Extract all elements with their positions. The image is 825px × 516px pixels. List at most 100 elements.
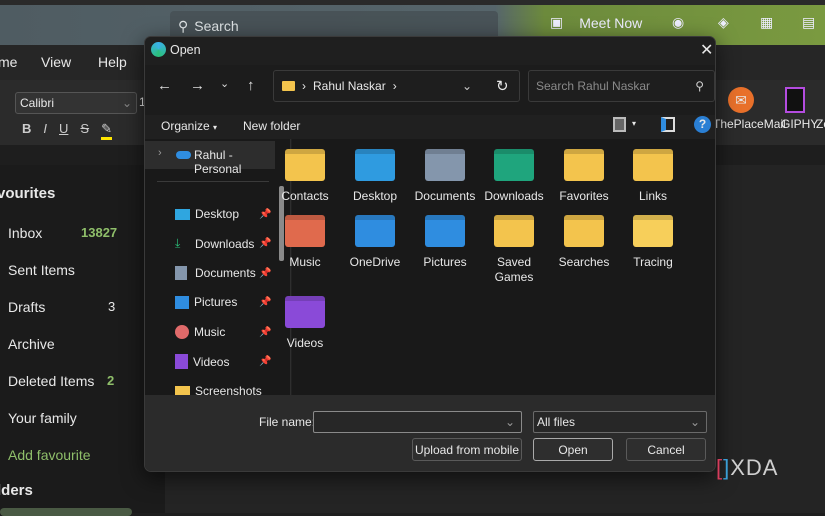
xda-watermark: []XDA [716, 455, 779, 480]
search-icon: ⚲ [695, 79, 704, 93]
addin-zoom[interactable]: Zo [816, 117, 825, 131]
dialog-title-bar: Open ✕ [145, 37, 715, 65]
folder-icon [564, 215, 604, 247]
recent-chevron-icon[interactable]: ⌄ [220, 77, 229, 90]
forward-icon[interactable]: → [190, 77, 205, 94]
divider [157, 181, 269, 182]
organize-button[interactable]: Organize ▾ [161, 119, 217, 133]
folder-icon [425, 215, 465, 247]
folder-sent-items[interactable]: Sent Items [8, 262, 75, 278]
expand-chevron-icon[interactable]: › [158, 147, 162, 159]
todo-icon[interactable]: ▤ [802, 14, 815, 31]
nav-documents[interactable]: Documents [175, 266, 256, 280]
back-icon[interactable]: ← [157, 77, 172, 94]
folder-inbox[interactable]: Inbox 13827 [8, 225, 117, 241]
folder-item-links[interactable]: Links [618, 149, 688, 204]
folder-item-searches[interactable]: Searches [549, 215, 619, 270]
breadcrumb-rahul-naskar[interactable]: Rahul Naskar [313, 79, 386, 93]
nav-root-onedrive[interactable]: › Rahul - Personal [145, 141, 275, 176]
search-icon: ⚲ [178, 17, 189, 34]
font-select[interactable]: Calibri ⌄ [15, 92, 137, 114]
meet-now-button[interactable]: ▣ Meet Now [550, 14, 642, 31]
documents-icon [175, 266, 187, 280]
help-icon[interactable]: ? [694, 116, 711, 133]
italic-button[interactable]: I [43, 121, 47, 140]
address-dropdown-icon[interactable]: ⌄ [462, 79, 472, 93]
onenote-icon[interactable]: ▦ [760, 14, 773, 31]
videos-icon [175, 354, 188, 369]
pictures-icon [175, 295, 189, 309]
underline-button[interactable]: U [59, 121, 68, 140]
giphy-icon[interactable] [785, 87, 805, 113]
chevron-down-icon[interactable]: ▾ [632, 119, 636, 128]
desktop-icon [175, 208, 190, 220]
menu-home[interactable]: me [0, 54, 17, 70]
chevron-down-icon: ⌄ [121, 96, 132, 110]
menu-view[interactable]: View [41, 54, 71, 70]
folder-item-onedrive[interactable]: OneDrive [340, 215, 410, 270]
favourites-header[interactable]: vourites [0, 185, 55, 202]
folder-deleted-items[interactable]: Deleted Items 2 [8, 373, 114, 389]
folder-icon [425, 149, 465, 181]
add-favourite-link[interactable]: Add favourite [8, 447, 91, 463]
folder-archive[interactable]: Archive [8, 336, 55, 352]
download-icon: ⤓ [175, 236, 181, 250]
meet-now-label: Meet Now [579, 14, 643, 31]
nav-downloads[interactable]: ⤓ Downloads [175, 236, 254, 251]
cancel-button[interactable]: Cancel [626, 438, 706, 461]
addin-theplacemail[interactable]: ThePlaceMail [713, 117, 786, 131]
file-name-input[interactable]: ⌄ [313, 411, 522, 433]
dialog-footer: File name: ⌄ All files ⌄ Upload from mobi… [145, 395, 715, 471]
address-bar[interactable]: › Rahul Naskar › ⌄ ↻ [273, 70, 520, 102]
folder-label: Desktop [352, 189, 398, 203]
folder-item-documents[interactable]: Documents [410, 149, 480, 204]
preview-pane-icon[interactable] [661, 117, 675, 132]
chevron-down-icon[interactable]: ⌄ [505, 415, 515, 429]
dialog-search-input[interactable]: Search Rahul Naskar ⚲ [528, 70, 715, 102]
folder-label: Documents [414, 189, 476, 203]
nav-desktop[interactable]: Desktop [175, 207, 239, 221]
folder-label: Contacts [281, 189, 329, 203]
nav-videos[interactable]: Videos [175, 354, 229, 369]
pin-icon[interactable]: 📌 [259, 356, 271, 367]
folder-item-videos[interactable]: Videos [270, 296, 340, 351]
file-name-label: File name: [259, 415, 316, 429]
folder-item-favorites[interactable]: Favorites [549, 149, 619, 204]
theplacemail-icon[interactable]: ✉ [728, 87, 754, 113]
folder-item-saved-games[interactable]: Saved Games [479, 215, 549, 285]
folder-icon [564, 149, 604, 181]
folder-item-music[interactable]: Music [270, 215, 340, 270]
diamond-icon[interactable]: ◈ [718, 14, 729, 31]
folder-label: Downloads [484, 189, 544, 203]
folder-item-tracing[interactable]: Tracing [618, 215, 688, 270]
nav-music[interactable]: Music [175, 325, 225, 339]
upload-from-mobile-button[interactable]: Upload from mobile [412, 438, 522, 461]
skype-icon[interactable]: ◉ [672, 14, 684, 31]
folder-icon [355, 149, 395, 181]
new-folder-button[interactable]: New folder [243, 119, 300, 133]
strikethrough-button[interactable]: S [80, 121, 89, 140]
bold-button[interactable]: B [22, 121, 31, 140]
folder-item-downloads[interactable]: Downloads [479, 149, 549, 204]
view-options-icon[interactable] [613, 117, 626, 132]
folder-item-contacts[interactable]: Contacts [270, 149, 340, 204]
folder-item-desktop[interactable]: Desktop [340, 149, 410, 204]
folder-label: Music [289, 255, 321, 269]
chevron-down-icon: ⌄ [689, 415, 700, 429]
folder-icon [494, 215, 534, 247]
close-icon[interactable]: ✕ [700, 40, 713, 60]
folder-item-pictures[interactable]: Pictures [410, 215, 480, 270]
onedrive-icon [176, 151, 191, 159]
open-button[interactable]: Open [533, 438, 613, 461]
addin-giphy[interactable]: GIPHY [781, 117, 818, 131]
folder-label: Links [638, 189, 667, 203]
folder-your-family[interactable]: Your family [8, 410, 77, 426]
folders-header[interactable]: lders [0, 482, 33, 499]
menu-help[interactable]: Help [98, 54, 127, 70]
nav-pictures[interactable]: Pictures [175, 295, 237, 309]
highlight-icon[interactable]: ✎ [101, 121, 112, 140]
folder-drafts[interactable]: Drafts 3 [8, 299, 115, 315]
refresh-icon[interactable]: ↻ [496, 77, 509, 95]
file-type-select[interactable]: All files ⌄ [533, 411, 707, 433]
up-icon[interactable]: ↑ [247, 77, 255, 94]
